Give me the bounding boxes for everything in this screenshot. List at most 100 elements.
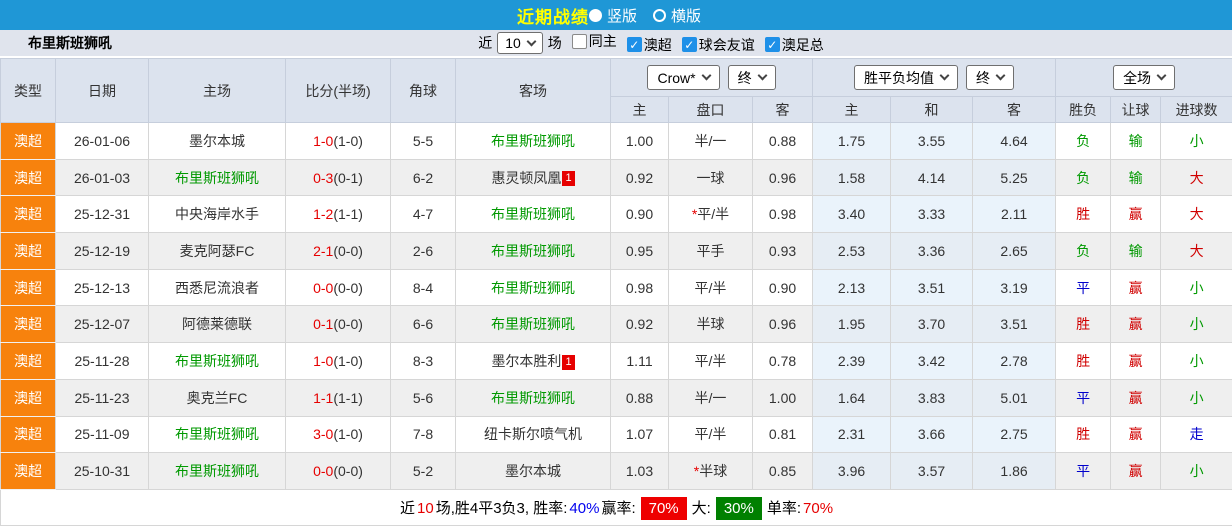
result-handicap: 赢 [1110, 342, 1162, 380]
home-team-cell: 墨尔本城 [148, 122, 286, 160]
away-team-name[interactable]: 布里斯班狮吼 [491, 206, 575, 222]
result-wdl: 胜 [1055, 305, 1112, 344]
handicap-value: *半球 [668, 452, 753, 490]
odds-home-value: 0.98 [610, 268, 669, 307]
col-header-home: 主场 [148, 58, 286, 123]
corners-cell: 6-2 [390, 158, 456, 197]
away-team-cell: 布里斯班狮吼 [455, 268, 611, 307]
odds-away-value: 0.85 [751, 452, 814, 490]
home-team-name[interactable]: 布里斯班狮吼 [175, 463, 259, 479]
avg-win-value: 1.58 [812, 158, 892, 197]
summary-row: 近 10 场,胜4平3负3, 胜率: 40% 赢率: 70% 大: 30% 单率: 70% [0, 488, 1232, 526]
summary-segment: 40% [569, 499, 600, 517]
avg-win-value: 3.96 [812, 452, 892, 490]
fulltime-score: 1-0 [313, 132, 334, 149]
odds-group-header: Crow* 终 [609, 58, 814, 97]
filter-controls: 近 10 场 同主 ✓ 澳超 ✓ 球会友谊 ✓ 澳足总 [408, 31, 824, 55]
league-badge[interactable]: 澳超 [0, 232, 56, 270]
home-team-name[interactable]: 布里斯班狮吼 [175, 170, 259, 186]
table-row: 澳超 25-12-07 阿德莱德联 0-1(0-0) 6-6 布里斯班狮吼 0.… [0, 305, 1232, 344]
result-handicap: 输 [1110, 232, 1162, 270]
recent-count-select[interactable]: 10 [497, 32, 543, 54]
league-badge[interactable]: 澳超 [0, 158, 56, 197]
odds-company-select[interactable]: Crow* [647, 65, 720, 90]
away-team-name[interactable]: 纽卡斯尔喷气机 [484, 426, 582, 442]
away-team-name[interactable]: 布里斯班狮吼 [491, 243, 575, 259]
league-badge[interactable]: 澳超 [0, 195, 56, 234]
subheader-result-wdl: 胜负 [1055, 96, 1112, 123]
checkbox-checked-icon[interactable]: ✓ [626, 37, 642, 53]
avg-draw-value: 3.66 [890, 415, 974, 454]
odds-home-value: 0.95 [610, 232, 669, 270]
fulltime-score: 2-1 [313, 242, 334, 259]
filter-checkbox-澳超[interactable]: ✓ 澳超 [626, 35, 672, 55]
result-goals: 小 [1160, 342, 1232, 380]
home-team-name[interactable]: 奥克兰FC [187, 390, 248, 406]
away-team-cell: 布里斯班狮吼 [455, 378, 611, 417]
league-badge[interactable]: 澳超 [0, 342, 56, 380]
odds-away-value: 0.78 [751, 342, 814, 380]
league-badge[interactable]: 澳超 [0, 268, 56, 307]
halftime-score: (1-1) [333, 206, 363, 223]
away-team-name[interactable]: 布里斯班狮吼 [491, 390, 575, 406]
result-wdl: 负 [1055, 122, 1112, 160]
rank-badge: 1 [562, 171, 575, 187]
away-team-name[interactable]: 墨尔本胜利 [491, 353, 561, 369]
avg-group-header: 胜平负均值 终 [812, 58, 1057, 97]
handicap-value: *平/半 [668, 195, 753, 234]
home-team-name[interactable]: 中央海岸水手 [175, 206, 259, 222]
subheader-result-handicap: 让球 [1110, 96, 1162, 123]
horizontal-layout-label[interactable]: 横版 [671, 5, 701, 26]
home-team-name[interactable]: 墨尔本城 [189, 133, 245, 149]
home-team-name[interactable]: 西悉尼流浪者 [175, 280, 259, 296]
vertical-layout-label[interactable]: 竖版 [607, 5, 637, 26]
checkbox-checked-icon[interactable]: ✓ [764, 37, 780, 53]
handicap-value: 平/半 [668, 342, 753, 380]
score-cell: 0-3(0-1) [285, 158, 391, 197]
halftime-score: (1-0) [333, 352, 363, 369]
away-team-name[interactable]: 布里斯班狮吼 [491, 316, 575, 332]
home-team-name[interactable]: 阿德莱德联 [182, 316, 252, 332]
away-team-name[interactable]: 布里斯班狮吼 [491, 133, 575, 149]
score-cell: 0-0(0-0) [285, 452, 391, 490]
checkbox-checked-icon[interactable]: ✓ [681, 37, 697, 53]
league-badge[interactable]: 澳超 [0, 415, 56, 454]
avg-time-select[interactable]: 终 [966, 65, 1015, 90]
away-team-name[interactable]: 墨尔本城 [505, 463, 561, 479]
league-badge[interactable]: 澳超 [0, 378, 56, 417]
result-goals: 走 [1160, 415, 1232, 454]
away-team-cell: 墨尔本胜利 1 [455, 342, 611, 380]
vertical-layout-radio[interactable] [588, 8, 602, 22]
avg-odds-select[interactable]: 胜平负均值 [854, 65, 959, 90]
horizontal-layout-radio[interactable] [653, 8, 666, 22]
scope-select[interactable]: 全场 [1113, 65, 1176, 90]
away-team-name[interactable]: 惠灵顿凤凰 [491, 170, 561, 186]
home-team-cell: 阿德莱德联 [148, 305, 286, 344]
recent-prefix-label: 近 [478, 35, 493, 51]
avg-win-value: 1.64 [812, 378, 892, 417]
filter-checkbox-球会友谊[interactable]: ✓ 球会友谊 [681, 35, 755, 55]
summary-segment: 赢率: [601, 499, 636, 517]
checkbox-unchecked-icon[interactable] [571, 33, 587, 49]
result-handicap: 赢 [1110, 268, 1162, 307]
home-team-name[interactable]: 布里斯班狮吼 [175, 353, 259, 369]
league-badge[interactable]: 澳超 [0, 122, 56, 160]
league-badge[interactable]: 澳超 [0, 452, 56, 490]
filter-checkbox-澳足总[interactable]: ✓ 澳足总 [764, 35, 824, 55]
odds-home-value: 0.92 [610, 158, 669, 197]
home-team-cell: 布里斯班狮吼 [148, 342, 286, 380]
chevron-down-icon [1156, 70, 1167, 81]
league-badge[interactable]: 澳超 [0, 305, 56, 344]
home-team-name[interactable]: 布里斯班狮吼 [175, 426, 259, 442]
filter-checkbox-同主[interactable]: 同主 [571, 31, 617, 51]
result-goals: 大 [1160, 158, 1232, 197]
summary-segment: 大: [691, 499, 711, 517]
score-cell: 1-1(1-1) [285, 378, 391, 417]
home-team-name[interactable]: 麦克阿瑟FC [180, 243, 255, 259]
odds-away-value: 0.96 [751, 158, 814, 197]
match-date: 26-01-06 [55, 122, 149, 160]
away-team-name[interactable]: 布里斯班狮吼 [491, 280, 575, 296]
avg-draw-value: 3.70 [890, 305, 974, 344]
avg-win-value: 1.95 [812, 305, 892, 344]
odds-time-select[interactable]: 终 [727, 65, 776, 90]
